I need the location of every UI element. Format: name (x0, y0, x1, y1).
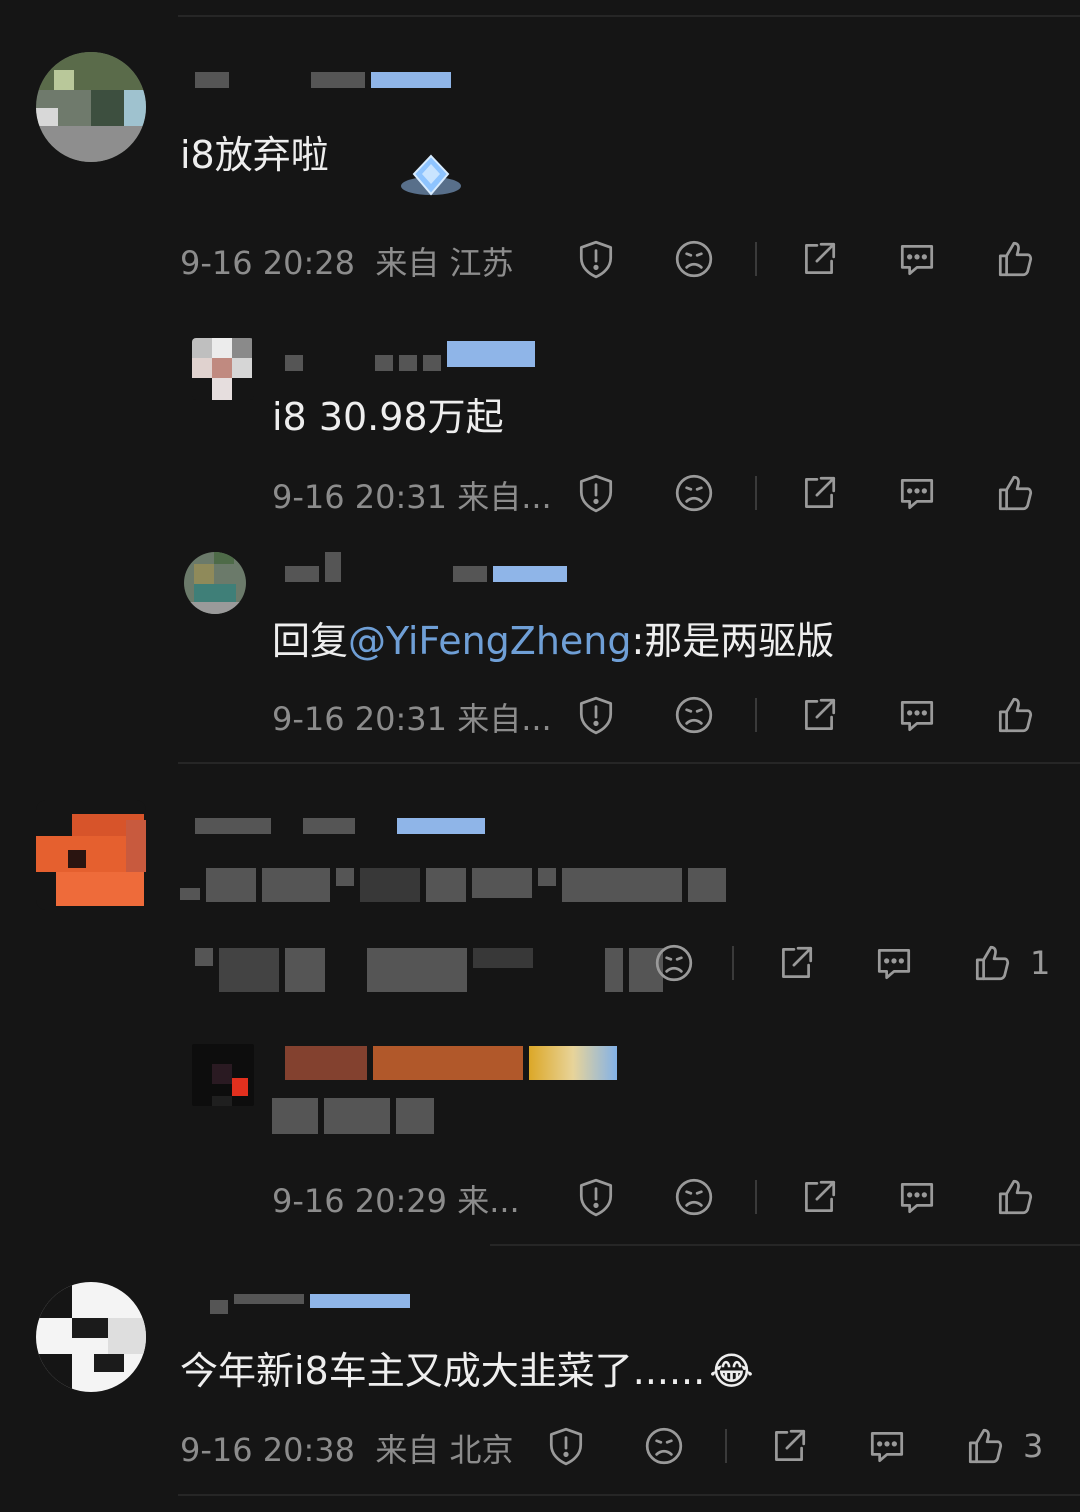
laughing-emoji-icon: 😂 (709, 1349, 754, 1393)
badge-diamond-icon (398, 150, 464, 200)
reply-icon[interactable] (893, 235, 941, 283)
actions-separator (755, 1180, 757, 1214)
actions-separator (725, 1429, 727, 1463)
reply-actions (572, 1172, 1039, 1222)
like-count: 1 (1030, 944, 1051, 982)
reply-text: 回复@YiFengZheng:那是两驱版 (272, 619, 835, 663)
reply-text: i8 30.98万起 (272, 395, 504, 439)
username-blurred[interactable] (195, 72, 457, 88)
avatar[interactable] (184, 552, 246, 614)
comment-text: 今年新i8车主又成大韭菜了...... 😂 (180, 1349, 754, 1393)
actions-separator (755, 476, 757, 510)
dislike-icon[interactable] (670, 469, 718, 517)
comment-actions (572, 234, 1039, 284)
avatar[interactable] (36, 800, 146, 910)
reply-meta: 9-16 20:31 来自... (272, 700, 552, 738)
report-icon[interactable] (572, 1173, 620, 1221)
comment-actions: 3 (542, 1421, 1043, 1471)
comment-meta: 9-16 20:38 来自 北京 (180, 1431, 514, 1469)
like-icon[interactable] (968, 939, 1016, 987)
like-icon[interactable] (961, 1422, 1009, 1470)
username-blurred[interactable] (285, 1046, 623, 1080)
dislike-icon[interactable] (650, 939, 698, 987)
actions-separator (755, 698, 757, 732)
username-blurred[interactable] (195, 818, 491, 834)
reply-icon[interactable] (870, 939, 918, 987)
like-count: 3 (1023, 1427, 1044, 1465)
comment-text: i8放弃啦 (180, 133, 329, 177)
avatar[interactable] (36, 52, 146, 162)
like-icon[interactable] (991, 469, 1039, 517)
actions-separator (732, 946, 734, 980)
username-blurred[interactable] (285, 341, 541, 371)
comment-meta: 9-16 20:28 来自 江苏 (180, 244, 514, 282)
dislike-icon[interactable] (670, 691, 718, 739)
avatar[interactable] (192, 338, 254, 400)
comment-meta-blurred (195, 948, 669, 992)
actions-separator (755, 242, 757, 276)
dislike-icon[interactable] (640, 1422, 688, 1470)
reply-meta: 9-16 20:29 来... (272, 1182, 520, 1220)
reply-actions (572, 468, 1039, 518)
avatar[interactable] (192, 1044, 254, 1106)
divider (490, 1244, 1080, 1246)
reply-meta: 9-16 20:31 来自... (272, 478, 552, 516)
dislike-icon[interactable] (670, 235, 718, 283)
mention-link[interactable]: @YiFengZheng (348, 619, 631, 663)
reply-icon[interactable] (893, 691, 941, 739)
share-icon[interactable] (772, 939, 820, 987)
username-blurred[interactable] (285, 552, 573, 582)
reply-text-blurred (272, 1098, 440, 1134)
divider (178, 762, 1080, 764)
report-icon[interactable] (542, 1422, 590, 1470)
report-icon[interactable] (572, 469, 620, 517)
reply-icon[interactable] (893, 1173, 941, 1221)
share-icon[interactable] (795, 235, 843, 283)
like-icon[interactable] (991, 235, 1039, 283)
report-icon[interactable] (572, 235, 620, 283)
divider (178, 1494, 1080, 1496)
divider-top (178, 15, 1080, 17)
dislike-icon[interactable] (670, 1173, 718, 1221)
report-icon[interactable] (572, 691, 620, 739)
like-icon[interactable] (991, 1173, 1039, 1221)
share-icon[interactable] (795, 691, 843, 739)
share-icon[interactable] (795, 1173, 843, 1221)
avatar[interactable] (36, 1282, 146, 1392)
reply-icon[interactable] (863, 1422, 911, 1470)
comment-actions: 1 (650, 938, 1050, 988)
reply-actions (572, 690, 1039, 740)
share-icon[interactable] (765, 1422, 813, 1470)
comment-text-blurred (180, 868, 732, 902)
username-blurred[interactable] (210, 1294, 416, 1314)
reply-icon[interactable] (893, 469, 941, 517)
share-icon[interactable] (795, 469, 843, 517)
like-icon[interactable] (991, 691, 1039, 739)
